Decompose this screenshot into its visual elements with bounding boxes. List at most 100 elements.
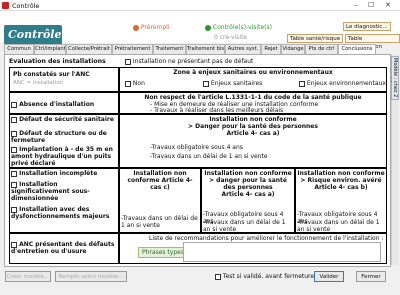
travaux-meilleurs-text: - Travaux à réaliser dans les meilleurs … [150,107,284,114]
non-checkbox[interactable] [125,80,131,87]
prerempli-label: Prérempli [140,24,170,31]
non-label: Non [132,80,145,87]
non-conforme-a-title: Installation non conforme [209,116,297,123]
incomplete-label: Installation incomplète [19,170,98,177]
col-a2-sub: > danger pour la santé des personnes [209,177,287,191]
col-b-article: Article 4- cas b) [314,184,368,191]
travaux-4ans-text: -Travaux obligatoire sous 4 ans [150,144,243,151]
environnement-option[interactable]: Enjeux environnementaux [299,80,386,87]
fermer-button[interactable]: Fermer [356,271,386,282]
tab-rejet[interactable]: Rejet [261,44,281,54]
non-respect-title: Non respect de l'article L.1331-1-1 du c… [144,94,362,101]
title-bar: Contrôle – ☐ ✕ [0,0,400,11]
col-c-title: Installation non conforme Article 4- cas… [127,170,193,191]
prerempli-status: Prérempli [133,24,169,31]
table-evaluation-button[interactable]: Table d'évaluation [345,34,400,50]
defaut-securite-checkbox[interactable] [11,116,17,123]
col-b-sub: > Risque environ. avéré [300,177,382,184]
article-a: Article 4- cas a) [226,130,280,137]
sanitaire-label: Enjeux sanitaires [210,80,263,87]
defaut-structure-checkbox[interactable] [11,130,17,137]
defaut-structure-label: Défaut de structure ou de fermeture [11,130,107,144]
anc-defauts-checkbox[interactable] [11,241,17,248]
implantation-checkbox[interactable] [11,146,17,153]
col-c-text: -Travaux dans un délai de 1 an si vente [121,215,198,229]
col-b-title: Installation non conforme [297,170,385,177]
tab-autres-syst[interactable]: Autres syst. [225,44,261,54]
sanitaire-option[interactable]: Enjeux sanitaires [203,80,262,87]
sous-dim-label: Installation significativement sous-dime… [11,181,90,202]
tab-pts-ctrl[interactable]: Pts de ctrl [305,44,338,54]
eval-title: Evaluation des installations [9,58,106,65]
test-option[interactable]: Test si validé, avant fermeture [215,273,314,280]
tab-traitement[interactable]: Traitement [153,44,186,54]
footer: Créer modèle... Remplir selon modèle... … [0,268,400,295]
remplir-modele-button[interactable]: Remplir selon modèle... [55,271,127,282]
col-a2-article: Article 4- cas a) [221,191,275,198]
dysfonctionnements-label: Installation avec des dysfonctionnements… [11,206,110,220]
incomplete-option[interactable]: Installation incomplète [11,170,97,177]
tab-vidange[interactable]: Vidange [281,44,305,54]
pb-header: Pb constatés sur l'ANC [13,71,90,78]
cre-visite-count: 0 cre-visite [214,34,248,41]
anc-installation: ANC = installation [13,80,64,86]
header: Contrôle Prérempli Contrôle(s)-visite(s)… [0,11,400,50]
creer-modele-button[interactable]: Créer modèle... [5,271,51,282]
dysfonctionnements-checkbox[interactable] [11,206,17,213]
no-defect-label: Installation ne présentant pas de défaut [132,58,254,65]
col-b-text2: -Travaux dans un délai de 1 an si vente [297,219,380,233]
tab-commun[interactable]: Commun [4,44,34,54]
maximize-button[interactable]: ☐ [368,1,374,9]
anc-defauts-option[interactable]: ANC présentant des défauts d'entretien o… [11,241,115,255]
valider-button[interactable]: Valider [314,271,344,282]
absence-option[interactable]: Absence d'installation [11,101,94,108]
sanitaire-checkbox[interactable] [203,80,209,87]
travaux-1an-text: -Travaux dans un délai de 1 an si vente [150,153,268,160]
implantation-option[interactable]: Implantation à - de 35 m en amont hydrau… [11,146,115,167]
implantation-label: Implantation à - de 35 m en amont hydrau… [11,146,113,167]
model-side-tab[interactable]: Modèle : chez 2 ctrl [386,56,399,100]
conclusions-panel: Evaluation des installations Installatio… [4,54,391,267]
defaut-securite-label: Défaut de sécurité sanitaire [19,116,114,123]
anc-defauts-label: ANC présentant des défauts d'entretien o… [11,241,115,255]
tab-traitement-bis[interactable]: Traitement bis [186,44,225,54]
no-defect-option[interactable]: Installation ne présentant pas de défaut [125,58,253,65]
app-window: Contrôle – ☐ ✕ Contrôle Prérempli Contrô… [0,0,400,295]
phrases-types-button[interactable]: Phrases types [138,247,188,258]
diagnostic-button[interactable]: Le diagnostic... [343,22,391,31]
defaut-structure-option[interactable]: Défaut de structure ou de fermeture [11,130,115,144]
app-icon [2,2,9,9]
tab-pretraitement[interactable]: Prétraitement [112,44,153,54]
controle-status: Contrôle(s)-visite(s) [205,24,272,31]
danger-a-sub: > Danger pour la santé des personnes [188,123,318,130]
tab-ctrl-implant[interactable]: Ctrl/implant [34,44,66,54]
recommendations-textarea[interactable] [183,242,381,262]
status-dot-icon [133,24,139,31]
incomplete-checkbox[interactable] [11,170,17,177]
absence-label: Absence d'installation [19,101,95,108]
table-sante-button[interactable]: Table santé/risque [287,34,344,43]
defaut-securite-option[interactable]: Défaut de sécurité sanitaire [11,116,115,123]
sous-dim-option[interactable]: Installation significativement sous-dime… [11,181,115,202]
environnement-checkbox[interactable] [299,80,305,87]
zone-header: Zone à enjeux sanitaires ou environnemen… [173,69,333,76]
absence-checkbox[interactable] [11,101,17,108]
dysfonctionnements-option[interactable]: Installation avec des dysfonctionnements… [11,206,115,220]
window-title: Contrôle [12,2,40,10]
reco-label: Liste de recommandations pour améliorer … [149,235,384,242]
test-checkbox[interactable] [215,273,221,280]
tab-bar: Commun Ctrl/implant Collecte/Prétrait Pr… [4,44,392,55]
col-a2-title: Installation non conforme [204,170,292,177]
close-button[interactable]: ✕ [385,1,391,9]
test-label: Test si validé, avant fermeture [222,273,315,280]
status-dot-icon [205,24,211,31]
app-logo: Contrôle [4,25,62,45]
tab-collecte[interactable]: Collecte/Prétrait [66,44,112,54]
col-a2-text2: -Travaux dans un délai de 1 an si vente [203,219,286,233]
environnement-label: Enjeux environnementaux [306,80,386,87]
controle-label: Contrôle(s)-visite(s) [212,24,272,31]
sous-dim-checkbox[interactable] [11,181,17,188]
no-defect-checkbox[interactable] [125,58,131,65]
minimize-button[interactable]: – [354,1,358,9]
non-option[interactable]: Non [125,80,145,87]
